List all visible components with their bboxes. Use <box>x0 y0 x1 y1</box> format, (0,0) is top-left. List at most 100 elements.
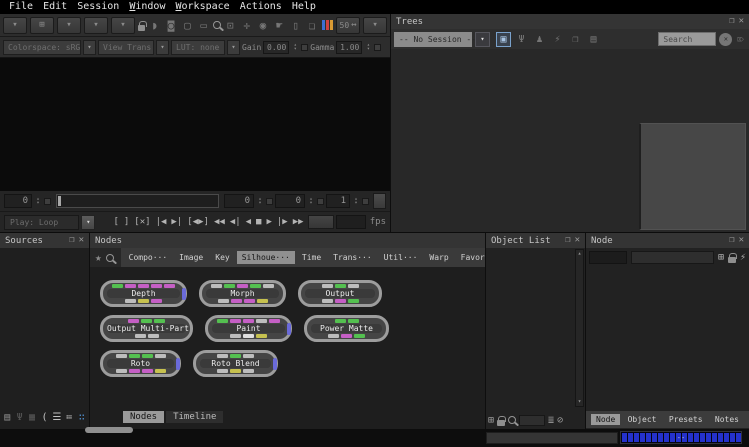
close-panel-icon[interactable]: ✕ <box>739 233 744 248</box>
float-panel-icon[interactable]: ❐ <box>729 233 734 248</box>
node-item-paint[interactable]: Paint <box>205 315 292 342</box>
tab-trans[interactable]: Trans··· <box>328 251 377 264</box>
view-transform-dropdown[interactable]: View Trans... <box>98 40 154 55</box>
import-source-icon[interactable]: ▤ <box>2 412 12 423</box>
proxy-icon[interactable]: ▯ <box>289 17 302 34</box>
float-panel-icon[interactable]: ❐ <box>69 233 74 248</box>
colorspace-chevron-icon[interactable]: ▾ <box>83 40 96 55</box>
rewind-button[interactable]: ◀◀ <box>212 217 227 227</box>
current-frame-spinner[interactable] <box>34 195 42 208</box>
current-frame-field[interactable]: 0 <box>4 194 32 208</box>
timebar-options-button[interactable] <box>373 193 386 209</box>
goto-out-button[interactable]: ▶| <box>169 217 184 227</box>
snapshot-camera-icon[interactable]: ◙ <box>164 17 177 34</box>
mark-in-button[interactable]: [ <box>111 217 120 227</box>
source-tree-icon[interactable]: Ψ <box>14 412 24 423</box>
menu-item-edit[interactable]: Edit <box>38 0 72 14</box>
scroll-up-icon[interactable]: ▴ <box>578 250 582 258</box>
step-spinner[interactable] <box>352 195 360 208</box>
detail-view-icon[interactable]: ≔ <box>64 412 74 423</box>
view-transform-chevron-icon[interactable]: ▾ <box>156 40 169 55</box>
menu-item-window[interactable]: Window <box>124 0 170 14</box>
search-nodes-icon[interactable] <box>106 254 114 262</box>
gain-spinner[interactable] <box>291 41 299 54</box>
float-panel-icon[interactable]: ❐ <box>729 14 734 29</box>
float-panel-icon[interactable]: ❐ <box>565 233 570 248</box>
disable-object-icon[interactable]: ⊘ <box>557 415 563 426</box>
node-properties-content[interactable] <box>586 265 749 407</box>
reset-range-button[interactable]: [✕] <box>132 217 152 227</box>
view-layout-dropdown[interactable]: ▾ <box>3 17 27 34</box>
compare-mode-dropdown[interactable]: ▾ <box>111 17 135 34</box>
clear-search-icon[interactable]: ✕ <box>719 33 732 46</box>
range-start-reset-button[interactable] <box>266 198 273 205</box>
range-end-spinner[interactable] <box>307 195 315 208</box>
menu-item-file[interactable]: File <box>4 0 38 14</box>
node-item-depth[interactable]: Depth <box>100 280 187 307</box>
render-node-icon[interactable]: ⚡ <box>740 252 746 263</box>
list-view-icon[interactable]: ☰ <box>52 412 62 423</box>
step-reset-button[interactable] <box>362 198 369 205</box>
gain-reset-button[interactable] <box>301 44 308 51</box>
object-filter-field[interactable] <box>519 415 545 426</box>
fps-field[interactable] <box>336 215 366 229</box>
save-session-icon[interactable]: ▤ <box>586 32 601 47</box>
lock-icon[interactable] <box>138 25 145 31</box>
object-list-content[interactable] <box>486 248 575 407</box>
timeline-slider-thumb[interactable] <box>58 196 61 206</box>
horizontal-scrollbar-thumb[interactable] <box>85 427 133 433</box>
tab-util[interactable]: Util··· <box>379 251 423 264</box>
goto-in-button[interactable]: |◀ <box>154 217 169 227</box>
gamma-field[interactable]: 1.00 <box>336 41 362 54</box>
menu-item-actions[interactable]: Actions <box>235 0 287 14</box>
node-item-morph[interactable]: Morph <box>199 280 286 307</box>
tab-silhoue[interactable]: Silhoue··· <box>237 251 295 264</box>
session-dropdown[interactable]: -- No Session -- <box>394 32 472 47</box>
session-chevron-icon[interactable]: ▾ <box>475 32 490 47</box>
add-viewer-button[interactable]: ⊞ <box>30 17 54 34</box>
onion-skin-icon[interactable]: ◗ <box>148 17 161 34</box>
tab-presets[interactable]: Presets <box>664 414 708 425</box>
step-back-button[interactable]: ◀| <box>228 217 243 227</box>
close-panel-icon[interactable]: ✕ <box>79 233 84 248</box>
scroll-down-icon[interactable]: ▾ <box>578 398 582 406</box>
menu-item-help[interactable]: Help <box>287 0 321 14</box>
source-box-icon[interactable]: ▦ <box>27 412 37 423</box>
current-frame-reset-button[interactable] <box>44 198 51 205</box>
gamma-spinner[interactable] <box>364 41 372 54</box>
pan-hand-icon[interactable]: ☛ <box>273 17 286 34</box>
object-list-scrollbar[interactable]: ▴ ▾ <box>575 249 584 407</box>
colorspace-dropdown[interactable]: Colorspace: sRGB <box>3 40 81 55</box>
tab-image[interactable]: Image <box>174 251 208 264</box>
new-folder-icon[interactable]: ❐ <box>568 32 583 47</box>
trash-icon[interactable]: ⌦ <box>735 33 746 46</box>
fps-button[interactable] <box>308 215 334 229</box>
search-objects-icon[interactable] <box>508 416 516 424</box>
output-node-icon[interactable]: ♟ <box>532 32 547 47</box>
range-end-field[interactable]: 0 <box>275 194 305 208</box>
node-item-roto-blend[interactable]: Roto Blend <box>193 350 278 377</box>
lock-node-icon[interactable] <box>728 257 736 263</box>
notes-icon[interactable]: ❏ <box>305 17 318 34</box>
node-item-power-matte[interactable]: Power Matte <box>304 315 389 342</box>
tab-favor[interactable]: Favor··· <box>456 251 485 264</box>
node-item-output-multi-part[interactable]: Output Multi-Part <box>100 315 193 342</box>
gain-field[interactable]: 0.00 <box>263 41 289 54</box>
fast-forward-button[interactable]: ▶▶ <box>291 217 306 227</box>
session-view-toggle[interactable]: ▣ <box>496 32 511 47</box>
play-reverse-button[interactable]: ◀ <box>244 217 253 227</box>
thumbnail-view-icon[interactable]: ∷ <box>77 412 87 423</box>
range-start-field[interactable]: 0 <box>224 194 254 208</box>
timeline-slider[interactable] <box>56 194 219 208</box>
tab-node[interactable]: Node <box>591 414 620 425</box>
mark-out-button[interactable]: ] <box>122 217 131 227</box>
menu-item-workspace[interactable]: Workspace <box>170 0 234 14</box>
tree-icon[interactable]: Ψ <box>514 32 529 47</box>
favorites-star-icon[interactable]: ★ <box>95 251 102 264</box>
node-item-roto[interactable]: Roto <box>100 350 181 377</box>
zoom-tool-icon[interactable] <box>213 21 220 29</box>
play-range-button[interactable]: [◀▶] <box>185 217 211 227</box>
lut-chevron-icon[interactable]: ▾ <box>227 40 240 55</box>
lut-dropdown[interactable]: LUT: none <box>171 40 225 55</box>
tab-nodes[interactable]: Nodes <box>123 411 164 423</box>
